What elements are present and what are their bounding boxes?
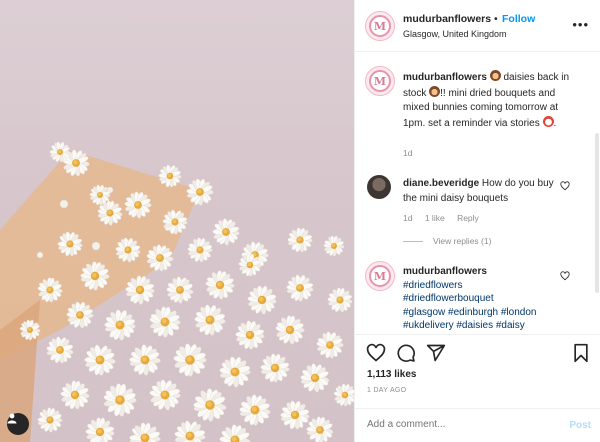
reply-button[interactable]: Reply — [457, 213, 479, 223]
comments-list[interactable]: M mudurbanflowers daisies back in stock … — [355, 53, 600, 334]
daisy-flower — [323, 235, 345, 257]
bookmark-icon[interactable] — [571, 343, 591, 363]
daisy-flower — [173, 343, 207, 377]
daisy-flower — [60, 380, 90, 410]
woman-emoji-icon — [489, 70, 501, 81]
hashtag-link[interactable]: #london — [501, 307, 537, 318]
share-icon[interactable] — [426, 343, 446, 363]
daisy-flower — [306, 416, 334, 442]
daisy-flower — [316, 331, 344, 359]
daisy-flower — [194, 304, 226, 336]
daisy-flower — [85, 417, 115, 442]
divider — [403, 241, 423, 242]
comment-meta: 1d 1 like Reply — [403, 213, 489, 223]
comment-likes[interactable]: 1 like — [425, 213, 445, 223]
hashtag-link[interactable]: #daisy — [496, 320, 525, 331]
add-comment-input[interactable] — [367, 419, 547, 430]
comment-icon[interactable] — [396, 343, 416, 363]
daisy-flower — [187, 237, 213, 263]
add-comment-bar: Post — [355, 408, 600, 442]
caption-timestamp[interactable]: 1d — [403, 148, 412, 158]
daisy-flower — [129, 344, 161, 376]
daisy-bud — [91, 241, 101, 251]
daisy-flower — [205, 270, 235, 300]
daisy-flower — [287, 227, 313, 253]
view-replies-button[interactable]: View replies (1) — [433, 236, 491, 246]
heart-icon[interactable] — [560, 271, 570, 281]
hashtag-link[interactable]: #driedflowers — [403, 280, 462, 291]
avatar-logo: M — [369, 70, 391, 92]
tags-comment-text: mudurbanflowers #driedflowers #driedflow… — [403, 265, 563, 333]
daisy-bud — [36, 251, 44, 259]
post-side-panel: M mudurbanflowers • Follow Glasgow, Unit… — [354, 0, 600, 442]
daisy-flower — [46, 336, 74, 364]
daisy-flower — [104, 309, 136, 341]
user-icon — [7, 413, 17, 424]
hashtag-link[interactable]: #driedflowerbouquet — [403, 293, 494, 304]
comment-username[interactable]: diane.beveridge — [403, 178, 479, 189]
post-comment-button[interactable]: Post — [569, 420, 591, 431]
daisy-flower — [129, 422, 161, 442]
post-photo[interactable] — [0, 0, 354, 442]
post-actions: 1,113 likes 1 DAY AGO Post — [355, 334, 600, 442]
location-link[interactable]: Glasgow, United Kingdom — [403, 29, 507, 39]
comment-timestamp[interactable]: 1d — [403, 213, 412, 223]
daisy-flower — [247, 285, 277, 315]
tags-comment-username[interactable]: mudurbanflowers — [403, 266, 487, 277]
post-timestamp[interactable]: 1 DAY AGO — [367, 387, 406, 394]
daisy-flower — [103, 383, 137, 417]
avatar[interactable]: M — [365, 66, 395, 96]
caption-username[interactable]: mudurbanflowers — [403, 72, 487, 83]
avatar[interactable]: M — [365, 261, 395, 291]
daisy-flower — [280, 400, 310, 430]
scrollbar[interactable] — [595, 133, 599, 293]
daisy-flower — [219, 424, 251, 442]
daisy-flower — [149, 306, 181, 338]
alarm-clock-emoji-icon — [542, 115, 554, 127]
header-username[interactable]: mudurbanflowers — [403, 13, 491, 25]
daisy-flower — [212, 218, 240, 246]
daisy-flower — [300, 363, 330, 393]
daisy-flower — [193, 388, 227, 422]
daisy-flower — [149, 379, 181, 411]
daisy-flower — [37, 407, 63, 433]
daisy-flower — [239, 394, 271, 426]
avatar[interactable]: M — [365, 11, 395, 41]
hashtag-link[interactable]: #glasgow — [403, 307, 445, 318]
daisy-flower — [235, 320, 265, 350]
avatar[interactable] — [367, 175, 391, 199]
daisy-flower — [333, 383, 354, 407]
daisy-flower — [166, 276, 194, 304]
tagged-users-button[interactable] — [7, 413, 29, 435]
daisy-flower — [327, 287, 353, 313]
daisy-flower — [238, 253, 262, 277]
daisy-flower — [174, 420, 206, 442]
caption-text-part-2: !! mini dried bouquets and mixed bunnies… — [403, 87, 559, 129]
daisy-bouquet-image — [0, 141, 354, 442]
follow-button[interactable]: Follow — [502, 13, 535, 25]
comment-text: diane.beveridge How do you buy the mini … — [403, 177, 563, 206]
heart-icon[interactable] — [366, 343, 386, 363]
daisy-flower — [186, 178, 214, 206]
hashtag-link[interactable]: #daisies — [456, 320, 493, 331]
heart-icon[interactable] — [560, 181, 570, 191]
avatar-logo: M — [369, 265, 391, 287]
daisy-flower — [219, 356, 251, 388]
avatar-logo: M — [369, 15, 391, 37]
post-header: M mudurbanflowers • Follow Glasgow, Unit… — [355, 0, 600, 52]
daisy-flower — [275, 315, 305, 345]
caption-text-part-3: . — [553, 117, 557, 129]
hashtag-link[interactable]: #edinburgh — [448, 307, 498, 318]
caption-text: mudurbanflowers daisies back in stock !!… — [403, 70, 583, 131]
hashtag-link[interactable]: #ukdelivery — [403, 320, 454, 331]
more-horizontal-icon[interactable]: ••• — [572, 17, 589, 32]
daisy-flower — [260, 353, 290, 383]
daisy-flower — [84, 344, 116, 376]
likes-count[interactable]: 1,113 likes — [367, 369, 417, 380]
daisy-flower — [286, 274, 314, 302]
daisy-bud — [59, 199, 69, 209]
separator-dot: • — [494, 13, 498, 25]
woman-emoji-icon — [429, 85, 441, 97]
